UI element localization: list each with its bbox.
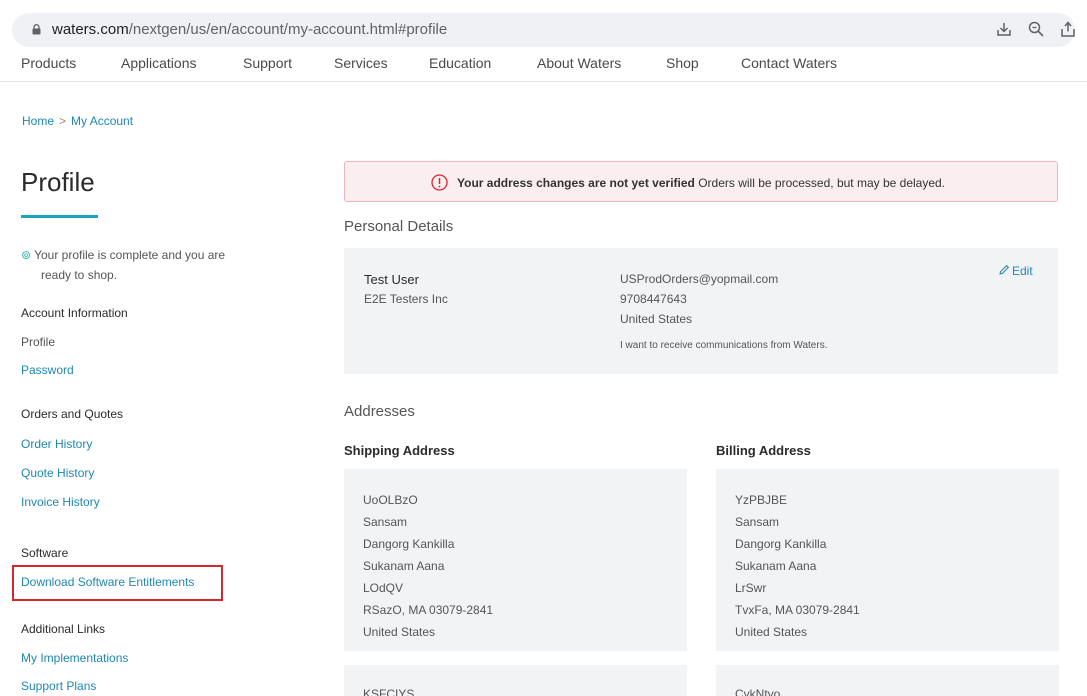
edit-profile-button[interactable]: Edit: [998, 264, 1033, 278]
additional-links-heading: Additional Links: [21, 622, 106, 636]
breadcrumb: Home > My Account: [22, 114, 133, 128]
page-title: Profile: [21, 167, 95, 197]
shipping-line: LOdQV: [363, 581, 404, 595]
url-host: waters.com: [52, 21, 129, 38]
pencil-icon: [999, 264, 1010, 275]
billing-line: TvxFa, MA 03079-2841: [735, 603, 860, 617]
nav-contact-waters[interactable]: Contact Waters: [741, 55, 837, 71]
account-info-heading: Account Information: [21, 306, 128, 320]
software-heading: Software: [21, 546, 69, 560]
shipping-line: United States: [363, 625, 436, 639]
shipping-next-partial: KSFCIYS: [363, 687, 415, 696]
sidebar-item-password[interactable]: Password: [21, 363, 74, 377]
sidebar-item-download-software[interactable]: Download Software Entitlements: [21, 575, 194, 589]
nav-education[interactable]: Education: [429, 55, 491, 71]
billing-address-lines: YzPBJBE Sansam Dangorg Kankilla Sukanam …: [735, 489, 860, 643]
orders-heading: Orders and Quotes: [21, 407, 124, 421]
billing-address-card-2[interactable]: CykNtyo: [716, 665, 1059, 696]
user-country: United States: [620, 312, 693, 326]
communications-preference: I want to receive communications from Wa…: [620, 340, 828, 351]
sidebar-item-profile[interactable]: Profile: [21, 335, 55, 349]
status-line-2: ready to shop.: [41, 268, 118, 282]
sidebar-item-support-plans[interactable]: Support Plans: [21, 679, 96, 693]
address-bar-actions: [995, 20, 1077, 38]
zoom-icon[interactable]: [1027, 20, 1045, 38]
sidebar-item-my-implementations[interactable]: My Implementations: [21, 651, 128, 665]
shipping-line: Dangorg Kankilla: [363, 537, 455, 551]
personal-details-heading: Personal Details: [344, 218, 454, 235]
billing-line: Dangorg Kankilla: [735, 537, 827, 551]
user-email: USProdOrders@yopmail.com: [620, 272, 779, 286]
alert-rest-text: Orders will be processed, but may be del…: [698, 176, 946, 190]
shipping-line: Sansam: [363, 515, 408, 529]
user-name: Test User: [364, 272, 419, 287]
shipping-address-card[interactable]: UoOLBzO Sansam Dangorg Kankilla Sukanam …: [344, 469, 687, 651]
browser-toolbar: waters.com/nextgen/us/en/account/my-acco…: [0, 0, 1087, 52]
sidebar-item-invoice-history[interactable]: Invoice History: [21, 495, 100, 509]
shipping-address-card-2[interactable]: KSFCIYS: [344, 665, 687, 696]
breadcrumb-current[interactable]: My Account: [71, 114, 133, 128]
nav-products[interactable]: Products: [21, 55, 76, 71]
alert-text: Your address changes are not yet verifie…: [457, 176, 945, 190]
edit-label: Edit: [1012, 264, 1033, 278]
user-company: E2E Testers Inc: [364, 292, 448, 306]
nav-shop[interactable]: Shop: [666, 55, 699, 71]
shipping-address-heading: Shipping Address: [344, 443, 455, 458]
title-underline: [21, 215, 98, 218]
profile-status: ⊚ Your profile is complete and you are re…: [21, 245, 261, 285]
billing-address-heading: Billing Address: [716, 443, 811, 458]
top-navigation: Products Applications Support Services E…: [0, 52, 1087, 82]
personal-details-card: Test User E2E Testers Inc USProdOrders@y…: [344, 248, 1058, 374]
url-path: /nextgen/us/en/account/my-account.html#p…: [128, 21, 448, 38]
warning-icon: [431, 174, 448, 191]
status-line-1: Your profile is complete and you are: [34, 248, 226, 262]
user-phone: 9708447643: [620, 292, 687, 306]
nav-about-waters[interactable]: About Waters: [537, 55, 621, 71]
billing-line: Sansam: [735, 515, 780, 529]
alert-bold-text: Your address changes are not yet verifie…: [457, 176, 695, 190]
check-circle-icon: ⊚: [21, 248, 32, 262]
breadcrumb-separator: >: [59, 114, 67, 128]
billing-next-partial: CykNtyo: [735, 687, 781, 696]
shipping-address-lines: UoOLBzO Sansam Dangorg Kankilla Sukanam …: [363, 489, 493, 643]
billing-line: Sukanam Aana: [735, 559, 817, 573]
download-icon[interactable]: [995, 20, 1013, 38]
shipping-line: UoOLBzO: [363, 493, 418, 507]
sidebar-item-order-history[interactable]: Order History: [21, 437, 92, 451]
shipping-line: RSazO, MA 03079-2841: [363, 603, 494, 617]
lock-icon: [32, 24, 41, 35]
breadcrumb-home[interactable]: Home: [22, 114, 54, 128]
nav-applications[interactable]: Applications: [121, 55, 197, 71]
billing-address-card[interactable]: YzPBJBE Sansam Dangorg Kankilla Sukanam …: [716, 469, 1059, 651]
address-url[interactable]: waters.com/nextgen/us/en/account/my-acco…: [52, 21, 447, 38]
address-alert: Your address changes are not yet verifie…: [344, 161, 1058, 202]
billing-line: LrSwr: [735, 581, 767, 595]
shipping-line: Sukanam Aana: [363, 559, 445, 573]
addresses-heading: Addresses: [344, 403, 415, 420]
nav-services[interactable]: Services: [334, 55, 388, 71]
billing-line: United States: [735, 625, 808, 639]
share-icon[interactable]: [1059, 20, 1077, 38]
sidebar-item-quote-history[interactable]: Quote History: [21, 466, 94, 480]
billing-line: YzPBJBE: [735, 493, 788, 507]
nav-support[interactable]: Support: [243, 55, 292, 71]
